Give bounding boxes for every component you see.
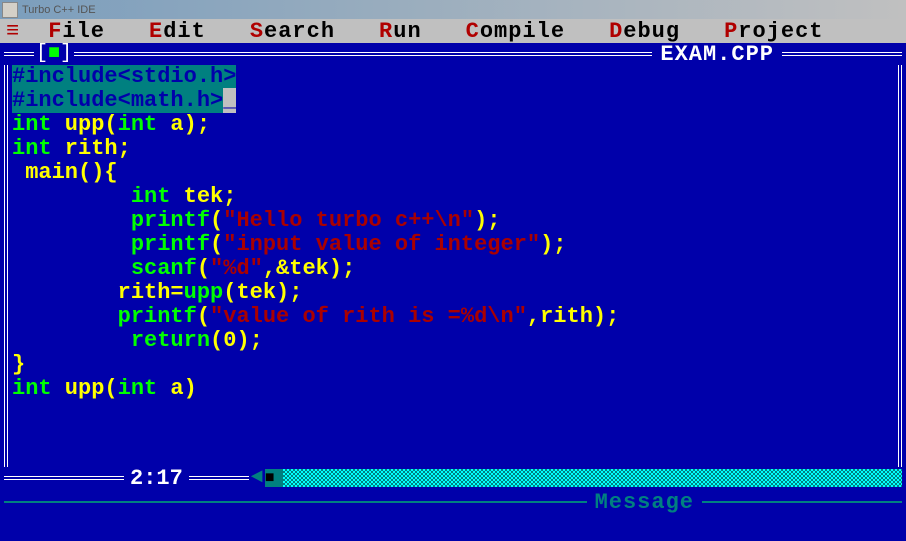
message-window: Message xyxy=(4,491,902,513)
scroll-left-icon[interactable]: ◄ xyxy=(249,468,265,488)
menubar: ≡ File Edit Search Run Compile Debug Pro… xyxy=(0,19,906,43)
system-menu-icon[interactable]: ≡ xyxy=(6,19,20,44)
window-close-button[interactable]: [■] xyxy=(34,44,74,64)
code-editor[interactable]: #include<stdio.h> #include<math.h>_ int … xyxy=(4,65,902,467)
editor-titlebar: [■] EXAM.CPP xyxy=(4,43,902,65)
message-title: Message xyxy=(587,490,702,515)
titlebar-text: Turbo C++ IDE xyxy=(22,4,96,16)
menu-compile[interactable]: Compile xyxy=(466,19,565,44)
menu-file[interactable]: File xyxy=(48,19,105,44)
editor-statusbar: 2:17 ◄ ■ xyxy=(4,467,902,489)
editor-window: [■] EXAM.CPP #include<stdio.h> #include<… xyxy=(4,43,902,489)
editor-filename: EXAM.CPP xyxy=(652,42,782,67)
os-titlebar: Turbo C++ IDE xyxy=(0,0,906,19)
scrollbar-thumb[interactable]: ■ xyxy=(265,469,283,487)
menu-search[interactable]: Search xyxy=(250,19,335,44)
cursor-position: 2:17 xyxy=(124,466,189,491)
horizontal-scrollbar[interactable] xyxy=(283,469,902,487)
menu-project[interactable]: Project xyxy=(724,19,823,44)
menu-debug[interactable]: Debug xyxy=(609,19,680,44)
menu-edit[interactable]: Edit xyxy=(149,19,206,44)
app-frame: ≡ File Edit Search Run Compile Debug Pro… xyxy=(0,19,906,541)
message-titlebar: Message xyxy=(4,491,902,513)
menu-run[interactable]: Run xyxy=(379,19,422,44)
app-icon xyxy=(2,2,18,18)
workspace: [■] EXAM.CPP #include<stdio.h> #include<… xyxy=(0,43,906,541)
